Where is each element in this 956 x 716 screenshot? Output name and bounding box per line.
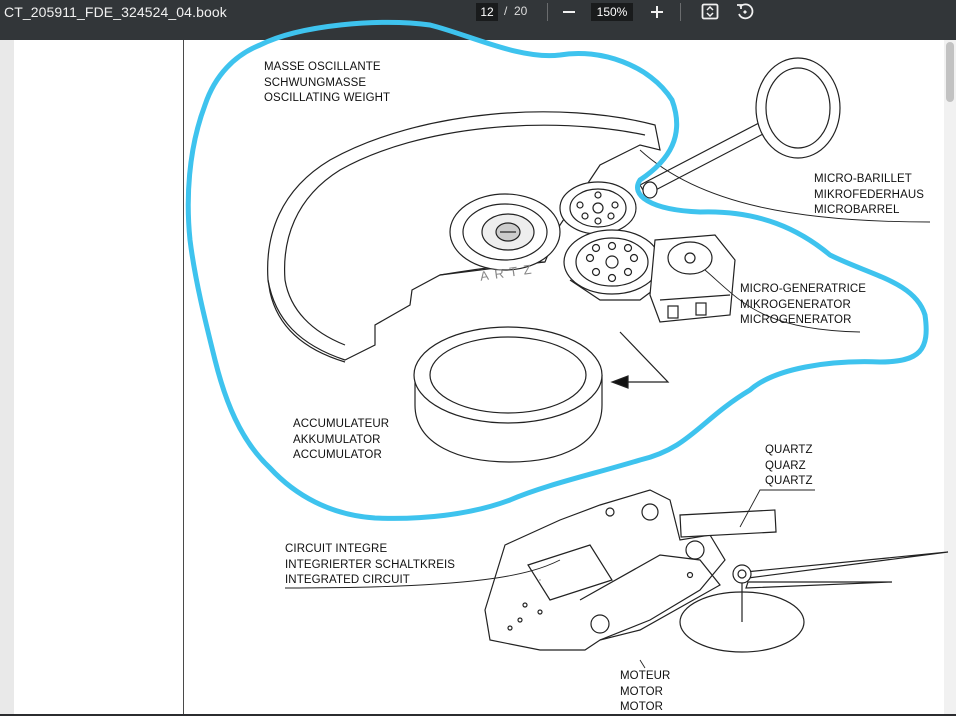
watch-movement-diagram: ARTZ xyxy=(0,0,956,714)
label-integrated-circuit: CIRCUIT INTEGRE INTEGRIERTER SCHALTKREIS… xyxy=(285,542,455,589)
microgenerator-drawing xyxy=(650,235,735,322)
label-microgenerator: MICRO-GENERATRICE MIKROGENERATOR MICROGE… xyxy=(740,282,866,329)
gear-train-drawing xyxy=(564,230,660,300)
label-motor: MOTEUR MOTOR MOTOR xyxy=(620,669,670,716)
label-oscillating-weight: MASSE OSCILLANTE SCHWUNGMASSE OSCILLATIN… xyxy=(264,60,390,107)
label-accumulator: ACCUMULATEUR AKKUMULATOR ACCUMULATOR xyxy=(293,417,389,464)
charge-arrow xyxy=(612,332,668,388)
hands-drawing xyxy=(680,552,948,652)
accumulator-drawing xyxy=(414,327,602,462)
label-quartz: QUARTZ QUARZ QUARTZ xyxy=(765,443,813,490)
rotor-hub-drawing xyxy=(450,194,560,270)
label-microbarrel: MICRO-BARILLET MIKROFEDERHAUS MICROBARRE… xyxy=(814,172,924,219)
